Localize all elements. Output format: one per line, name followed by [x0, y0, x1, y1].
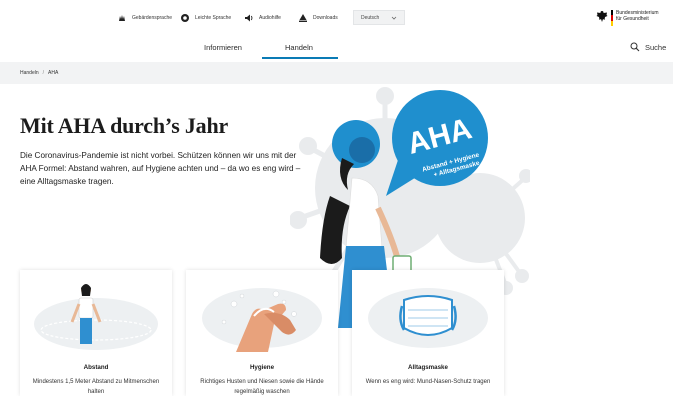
ministry-logo[interactable]: Bundesministerium für Gesundheit: [596, 10, 659, 28]
german-flag-icon: [611, 10, 613, 26]
utility-downloads-label: Downloads: [313, 15, 338, 21]
breadcrumb-item-handeln[interactable]: Handeln: [20, 70, 39, 76]
language-select[interactable]: Deutsch: [353, 10, 405, 25]
page-title: Mit AHA durch’s Jahr: [20, 113, 229, 138]
utility-audio[interactable]: Audiohilfe: [244, 12, 281, 24]
search-label: Suche: [645, 42, 667, 52]
federal-eagle-icon: [596, 11, 608, 22]
card-hygiene[interactable]: Hygiene Richtiges Husten und Niesen sowi…: [186, 270, 338, 396]
card-abstand[interactable]: Abstand Mindestens 1,5 Meter Abstand zu …: [20, 270, 172, 396]
card-hygiene-text: Richtiges Husten und Niesen sowie die Hä…: [200, 379, 324, 395]
card-alltagsmaske[interactable]: Alltagsmaske Wenn es eng wird: Mund-Nase…: [352, 270, 504, 396]
hand-washing-illustration: [202, 288, 322, 352]
download-icon: [299, 14, 307, 22]
breadcrumb-separator: /: [42, 70, 45, 76]
face-mask-illustration: [368, 288, 488, 348]
utility-downloads[interactable]: Downloads: [298, 12, 338, 24]
card-abstand-text: Mindestens 1,5 Meter Abstand zu Mitmensc…: [32, 379, 160, 395]
utility-sign-language-label: Gebärdensprache: [132, 15, 173, 21]
active-tab-indicator: [262, 57, 338, 59]
easy-language-icon: [181, 14, 189, 22]
tab-handeln[interactable]: Handeln: [285, 43, 313, 52]
breadcrumb: Handeln / AHA: [20, 70, 58, 76]
search-button[interactable]: Suche: [630, 42, 666, 52]
card-abstand-title: Abstand: [83, 364, 109, 371]
utility-bar: Gebärdensprache Leichte Sprache Audiohil…: [0, 0, 673, 36]
speaker-icon: [245, 14, 253, 22]
utility-easy-language[interactable]: Leichte Sprache: [180, 12, 231, 24]
tab-informieren[interactable]: Informieren: [204, 43, 242, 52]
card-hygiene-title: Hygiene: [249, 364, 275, 371]
ministry-name: Bundesministerium für Gesundheit: [616, 10, 659, 22]
card-alltagsmaske-text: Wenn es eng wird: Mund-Nasen-Schutz trag…: [365, 379, 491, 385]
hero-intro-text: Die Coronavirus-Pandemie ist nicht vorbe…: [20, 151, 301, 186]
ministry-name-line2: für Gesundheit: [616, 16, 649, 22]
language-select-value: Deutsch: [361, 14, 380, 21]
utility-sign-language[interactable]: Gebärdensprache: [117, 12, 172, 24]
distance-illustration: [28, 274, 164, 354]
utility-audio-label: Audiohilfe: [259, 15, 281, 21]
search-icon: [630, 42, 640, 52]
sign-language-icon: [119, 15, 125, 21]
breadcrumb-item-aha: AHA: [48, 70, 59, 76]
utility-easy-language-label: Leichte Sprache: [195, 15, 232, 21]
chevron-down-icon: [391, 16, 397, 20]
card-alltagsmaske-title: Alltagsmaske: [408, 364, 448, 371]
